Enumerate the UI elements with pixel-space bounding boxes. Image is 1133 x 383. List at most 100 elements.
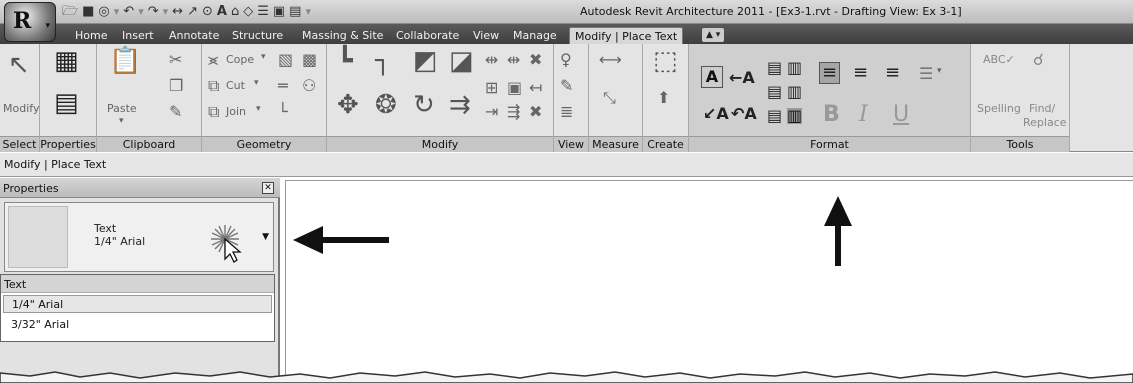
tab-annotate[interactable]: Annotate [169,27,219,44]
leader-bottom-left-icon[interactable]: ▤ [767,108,782,124]
tab-structure[interactable]: Structure [232,27,283,44]
tab-home[interactable]: Home [75,27,107,44]
chevron-down-icon[interactable]: ▾ [119,116,124,126]
customize-icon[interactable]: ▾ [305,3,311,21]
align-left-button[interactable]: ≡ [819,62,841,84]
cope-button[interactable]: Cope [226,53,254,66]
left-arrow-icon [293,226,389,254]
bold-button[interactable]: B [823,102,840,127]
mirror-draw-icon[interactable]: ◪ [449,48,474,74]
linework-icon[interactable]: ✎ [560,78,573,94]
align-center-button[interactable]: ≡ [853,64,868,82]
leader-top-left-icon[interactable]: ▤ [767,60,782,76]
drawing-area[interactable] [285,180,1133,383]
delete-icon[interactable]: ✖ [529,104,542,120]
tab-view[interactable]: View [473,27,499,44]
dropdown-arrow-icon[interactable]: ▾ [138,3,144,21]
chevron-down-icon[interactable]: ▾ [256,104,261,114]
dimension-icon[interactable]: ↗ [187,3,198,21]
chevron-down-icon[interactable]: ▾ [937,66,942,76]
aligned-dimension-icon[interactable]: ⤡ [603,90,616,106]
tab-manage[interactable]: Manage [513,27,557,44]
options-bar: Modify | Place Text [0,153,1133,177]
join-button[interactable]: Join [226,105,246,118]
section-icon[interactable]: ◇ [243,3,253,21]
two-segment-leader-button[interactable]: ↙A [703,104,729,123]
tab-massing-site[interactable]: Massing & Site [302,27,383,44]
modify-button[interactable]: Modify [3,102,39,115]
application-menu-button[interactable]: R ▾ [4,2,56,42]
copy-element-icon[interactable]: ❂ [375,92,397,118]
copy-icon[interactable]: ❐ [169,78,183,94]
no-leader-button[interactable]: A [701,66,723,88]
3d-view-icon[interactable]: ⌂ [231,3,239,21]
list-item[interactable]: 3/32" Arial [3,316,272,334]
spelling-button[interactable]: Spelling [977,102,1021,115]
undo-icon[interactable]: ↶ [123,3,134,21]
paint-icon[interactable]: ▩ [302,52,317,68]
hide-element-icon[interactable]: ≣ [560,104,573,120]
tab-modify-place-text[interactable]: Modify | Place Text [569,27,684,44]
properties-icon[interactable]: ▤ [54,90,79,116]
text-icon[interactable]: A [217,3,227,21]
save-icon[interactable]: ■ [82,3,94,21]
redo-icon[interactable]: ↷ [148,3,159,21]
wall-joins-icon[interactable]: ═ [278,78,288,94]
leader-middle-right-icon[interactable]: ▥ [787,84,802,100]
cut-geometry-button[interactable]: Cut [226,79,245,92]
leader-middle-left-icon[interactable]: ▤ [767,84,782,100]
offset-icon[interactable]: ┐ [375,48,391,74]
split-face-icon[interactable]: ▧ [278,52,293,68]
find-replace-button[interactable]: Find/ [1029,102,1055,115]
move-icon[interactable]: ✥ [337,92,359,118]
split-icon[interactable]: ⇹ [485,52,498,68]
leader-top-right-icon[interactable]: ▥ [787,60,802,76]
chevron-down-icon[interactable]: ▾ [254,78,259,88]
create-group-icon[interactable]: ⬚ [653,48,678,74]
ribbon-minimize-toggle[interactable]: ▲ ▾ [702,28,725,42]
align-icon[interactable]: ┗ [337,48,353,74]
one-segment-leader-button[interactable]: ←A [729,68,755,87]
cut-icon[interactable]: ✂ [169,52,182,68]
list-icon[interactable]: ☰ [919,66,933,82]
split-gap-icon[interactable]: ⇹ [507,52,520,68]
close-button[interactable]: ✕ [262,182,274,194]
dropdown-arrow-icon[interactable]: ▾ [114,3,120,21]
create-similar-icon[interactable]: ⬆ [657,90,670,106]
trim-multiple-icon[interactable]: ⇶ [507,104,520,120]
sync-icon[interactable]: ◎ [98,3,109,21]
thin-lines-icon[interactable]: ☰ [257,3,269,21]
italic-button[interactable]: I [859,102,868,127]
rotate-icon[interactable]: ↻ [413,92,435,118]
type-properties-icon[interactable]: ▦ [54,48,79,74]
unpin-icon[interactable]: ↤ [529,80,542,96]
chevron-down-icon[interactable]: ▾ [261,52,266,62]
underline-button[interactable]: U [893,102,909,127]
type-selector[interactable]: Text 1/4" Arial ▼ [4,202,274,272]
mirror-axis-icon[interactable]: ◩ [413,48,438,74]
measure-icon[interactable]: ↔ [172,3,183,21]
match-type-icon[interactable]: ✎ [169,104,182,120]
tag-icon[interactable]: ⊙ [202,3,213,21]
trim-single-icon[interactable]: ⇥ [485,104,498,120]
align-right-button[interactable]: ≡ [885,64,900,82]
array-icon[interactable]: ⊞ [485,80,498,96]
measure-between-icon[interactable]: ⟷ [599,52,622,68]
tab-insert[interactable]: Insert [122,27,154,44]
trim-extend-icon[interactable]: ⇉ [449,92,471,118]
switch-windows-icon[interactable]: ▤ [289,3,301,21]
demolish-icon[interactable]: ⚇ [302,78,316,94]
dropdown-arrow-icon[interactable]: ▾ [163,3,169,21]
leader-bottom-right-icon[interactable]: ▥ [787,108,803,124]
list-item[interactable]: 1/4" Arial [3,295,272,313]
chevron-down-icon[interactable]: ▼ [262,232,269,242]
paste-button[interactable]: Paste [107,102,137,115]
unjoin-icon[interactable]: └ [278,104,288,120]
tab-collaborate[interactable]: Collaborate [396,27,459,44]
scale-icon[interactable]: ▣ [507,80,522,96]
curved-leader-button[interactable]: ↶A [731,104,757,123]
pin-icon[interactable]: ✖ [529,52,542,68]
close-views-icon[interactable]: ▣ [273,3,285,21]
override-graphics-icon[interactable]: ♀ [560,52,572,68]
open-icon[interactable]: 🗁 [62,3,78,21]
